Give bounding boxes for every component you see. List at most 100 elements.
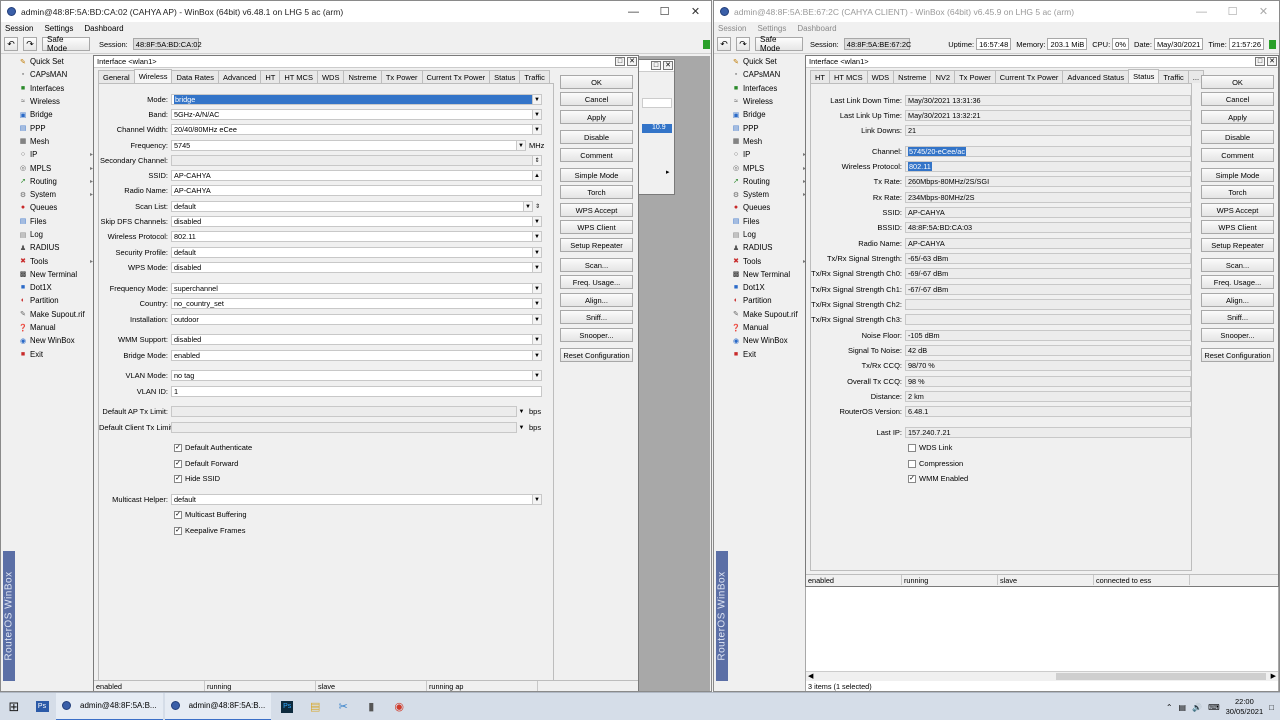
installation-select[interactable]: outdoor — [171, 314, 533, 325]
photoshop-icon[interactable]: Ps — [273, 693, 301, 720]
sidebar-item-tools[interactable]: ✖Tools▸ — [732, 254, 808, 267]
tab-advanced-status[interactable]: Advanced Status — [1062, 70, 1130, 83]
frequency-mode-select[interactable]: superchannel — [171, 283, 533, 294]
wmm-support-select[interactable]: disabled — [171, 334, 533, 345]
dropdown-arrow-icon[interactable]: ▼ — [533, 298, 542, 309]
undo-icon[interactable]: ↶ — [717, 37, 731, 51]
sidebar-item-capsman[interactable]: ▫ CAPsMAN — [19, 68, 95, 81]
skip-dfs-select[interactable]: disabled — [171, 216, 533, 227]
dropdown-arrow-icon[interactable]: ▼ — [533, 262, 542, 273]
sidebar-item-quick-set[interactable]: ✎ Quick Set — [19, 55, 95, 68]
dropdown-arrow-icon[interactable]: ▼ — [533, 124, 542, 135]
sidebar-item-system[interactable]: ⚙System▸ — [732, 188, 808, 201]
sidebar-item-files[interactable]: ▤ Files — [19, 215, 95, 228]
close-icon[interactable]: ✕ — [1248, 1, 1279, 22]
sidebar-item-mpls[interactable]: ◎MPLS▸ — [19, 161, 95, 174]
scan-list-select[interactable]: default — [171, 201, 524, 212]
reset-configuration-button[interactable]: Reset Configuration — [560, 348, 633, 362]
tab-ht-mcs[interactable]: HT MCS — [279, 70, 318, 83]
align-button[interactable]: Align... — [1201, 293, 1274, 307]
sidebar-item-new-winbox[interactable]: ◉ New WinBox — [732, 334, 808, 347]
vlan-id-input[interactable]: 1 — [171, 386, 542, 397]
scroll-right-icon[interactable]: ▶ — [1271, 672, 1276, 680]
sidebar-item-bridge[interactable]: ▣ Bridge — [19, 108, 95, 121]
sidebar-item-log[interactable]: ▤ Log — [19, 228, 95, 241]
sidebar-item-wireless[interactable]: ≈ Wireless — [732, 95, 808, 108]
tab-status[interactable]: Status — [489, 70, 521, 83]
sidebar-item-mesh[interactable]: ▦ Mesh — [19, 135, 95, 148]
bridge-mode-select[interactable]: enabled — [171, 350, 533, 361]
sidebar-item-ip[interactable]: ○IP▸ — [732, 148, 808, 161]
tab-wireless[interactable]: Wireless — [133, 69, 173, 83]
sidebar-item-queues[interactable]: ● Queues — [732, 201, 808, 214]
sidebar-item-interfaces[interactable]: ■ Interfaces — [19, 82, 95, 95]
dropdown-arrow-icon[interactable]: ▼ — [524, 201, 533, 212]
comment-button[interactable]: Comment — [560, 148, 633, 162]
session-field[interactable]: 48:8F:5A:BE:67:2C — [843, 38, 911, 50]
simple-mode-button[interactable]: Simple Mode — [1201, 168, 1274, 182]
sidebar-item-make-supout[interactable]: ✎ Make Supout.rif — [19, 308, 95, 321]
secondary-channel-field[interactable] — [171, 155, 533, 166]
collapse-icon[interactable]: ▲ — [533, 170, 542, 181]
minimize-icon[interactable]: — — [1186, 1, 1217, 22]
dropdown-arrow-icon[interactable]: ▼ — [533, 350, 542, 361]
radio-name-input[interactable]: AP-CAHYA — [171, 185, 542, 196]
usb-tool-icon[interactable]: ▮ — [357, 693, 385, 720]
sidebar-item-mpls[interactable]: ◎MPLS▸ — [732, 161, 808, 174]
scan-button[interactable]: Scan... — [1201, 258, 1274, 272]
sidebar-item-wireless[interactable]: ≈ Wireless — [19, 95, 95, 108]
sidebar-item-capsman[interactable]: ▫ CAPsMAN — [732, 68, 808, 81]
sidebar-item-radius[interactable]: ♟ RADIUS — [19, 241, 95, 254]
sidebar-item-new-terminal[interactable]: ▩ New Terminal — [732, 268, 808, 281]
snooper-button[interactable]: Snooper... — [1201, 328, 1274, 342]
default-authenticate-checkbox[interactable]: ✓ Default Authenticate — [174, 442, 252, 453]
sidebar-item-ip[interactable]: ○IP▸ — [19, 148, 95, 161]
menu-dashboard[interactable]: Dashboard — [84, 24, 123, 33]
tab-wds[interactable]: WDS — [866, 70, 895, 83]
menu-session[interactable]: Session — [5, 24, 33, 33]
hide-ssid-checkbox[interactable]: ✓ Hide SSID — [174, 473, 220, 484]
menu-settings[interactable]: Settings — [757, 24, 786, 33]
tab-general[interactable]: General — [98, 70, 135, 83]
setup-repeater-button[interactable]: Setup Repeater — [1201, 238, 1274, 252]
dropdown-arrow-icon[interactable]: ▼ — [533, 216, 542, 227]
scroll-right-icon[interactable]: ▸ — [666, 168, 674, 176]
ssid-input[interactable]: AP-CAHYA — [171, 170, 533, 181]
sidebar-item-manual[interactable]: ❓ Manual — [19, 321, 95, 334]
dropdown-arrow-icon[interactable]: ▼ — [533, 370, 542, 381]
session-field[interactable]: 48:8F:5A:BD:CA:02 — [132, 38, 202, 50]
menu-settings[interactable]: Settings — [44, 24, 73, 33]
powershell-icon[interactable]: Ps — [28, 693, 56, 720]
language-icon[interactable]: ⌨ — [1208, 703, 1220, 712]
scroll-thumb[interactable] — [1056, 673, 1266, 680]
torch-button[interactable]: Torch — [1201, 185, 1274, 199]
security-profile-select[interactable]: default — [171, 247, 533, 258]
tab-tx-power[interactable]: Tx Power — [954, 70, 996, 83]
sidebar-item-routing[interactable]: ➚Routing▸ — [732, 175, 808, 188]
dropdown-arrow-icon[interactable]: ▼ — [533, 247, 542, 258]
sniff-button[interactable]: Sniff... — [1201, 310, 1274, 324]
tab-traffic[interactable]: Traffic — [519, 70, 550, 83]
background-selected-row[interactable]: 10.9 — [642, 124, 672, 133]
apply-button[interactable]: Apply — [1201, 110, 1274, 124]
safe-mode-button[interactable]: Safe Mode — [42, 35, 90, 53]
undo-icon[interactable]: ↶ — [4, 37, 18, 51]
dropdown-arrow-icon[interactable]: ▼ — [517, 140, 526, 151]
default-client-tx-input[interactable] — [171, 422, 517, 433]
dropdown-arrow-icon[interactable]: ▼ — [517, 406, 526, 417]
tab-traffic[interactable]: Traffic — [1158, 70, 1189, 83]
country-select[interactable]: no_country_set — [171, 298, 533, 309]
dialog-titlebar[interactable]: Interface <wlan1> □ ✕ — [94, 56, 638, 68]
sniff-button[interactable]: Sniff... — [560, 310, 633, 324]
start-windows-icon[interactable]: ⊞ — [0, 693, 28, 720]
default-forward-checkbox[interactable]: ✓ Default Forward — [174, 458, 238, 469]
sidebar-item-new-winbox[interactable]: ◉ New WinBox — [19, 334, 95, 347]
dropdown-arrow-icon[interactable]: ▼ — [533, 231, 542, 242]
tab-advanced[interactable]: Advanced — [217, 70, 262, 83]
sidebar-item-mesh[interactable]: ▦ Mesh — [732, 135, 808, 148]
sidebar-item-bridge[interactable]: ▣ Bridge — [732, 108, 808, 121]
freq-usage-button[interactable]: Freq. Usage... — [560, 275, 633, 289]
keepalive-frames-checkbox[interactable]: ✓ Keepalive Frames — [174, 525, 245, 536]
wireless-protocol-select[interactable]: 802.11 — [171, 231, 533, 242]
minimize-icon[interactable]: — — [618, 1, 649, 22]
